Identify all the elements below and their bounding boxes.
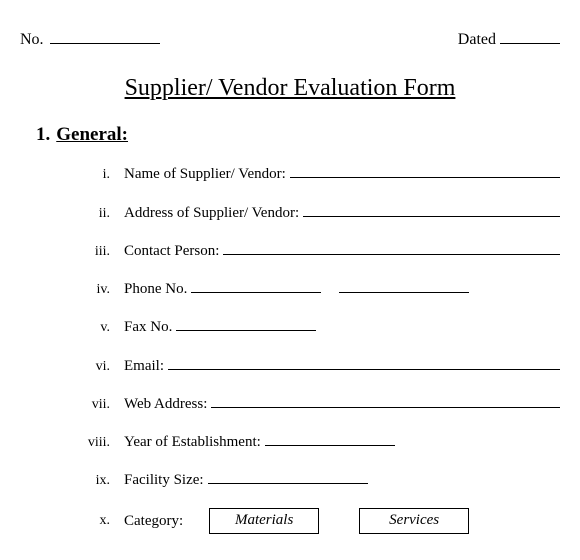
- dated-blank[interactable]: [500, 28, 560, 44]
- field-label: Phone No.: [124, 281, 187, 298]
- section-heading: 1. General:: [36, 124, 560, 146]
- category-options: Materials Services: [209, 508, 469, 534]
- roman-numeral: v.: [60, 320, 110, 336]
- roman-numeral: i.: [60, 167, 110, 183]
- field-name-supplier: i. Name of Supplier/ Vendor:: [60, 164, 560, 183]
- no-field: No.: [20, 28, 160, 49]
- roman-numeral: iii.: [60, 244, 110, 260]
- field-label: Name of Supplier/ Vendor:: [124, 166, 286, 183]
- roman-numeral: ix.: [60, 473, 110, 489]
- field-label: Web Address:: [124, 396, 207, 413]
- field-facility-size: ix. Facility Size:: [60, 470, 560, 489]
- header-row: No. Dated: [20, 28, 560, 49]
- dated-field: Dated: [458, 28, 560, 49]
- roman-numeral: vi.: [60, 359, 110, 375]
- roman-numeral: x.: [60, 513, 110, 529]
- form-title: Supplier/ Vendor Evaluation Form: [20, 75, 560, 102]
- field-label: Facility Size:: [124, 472, 204, 489]
- no-label: No.: [20, 31, 44, 49]
- field-blank[interactable]: [168, 355, 560, 369]
- field-blank[interactable]: [176, 317, 316, 331]
- field-label: Category:: [124, 513, 183, 530]
- field-phone: iv. Phone No.: [60, 279, 560, 298]
- field-year-establishment: viii. Year of Establishment:: [60, 432, 560, 451]
- field-blank[interactable]: [265, 432, 395, 446]
- field-label: Email:: [124, 358, 164, 375]
- phone-blanks: [191, 279, 469, 293]
- roman-numeral: ii.: [60, 206, 110, 222]
- field-web-address: vii. Web Address:: [60, 394, 560, 413]
- field-label: Address of Supplier/ Vendor:: [124, 205, 299, 222]
- field-blank[interactable]: [303, 202, 560, 216]
- roman-numeral: vii.: [60, 397, 110, 413]
- field-category: x. Category: Materials Services: [60, 508, 560, 534]
- field-blank[interactable]: [208, 470, 368, 484]
- no-blank[interactable]: [50, 28, 160, 44]
- field-contact-person: iii. Contact Person:: [60, 241, 560, 260]
- field-fax: v. Fax No.: [60, 317, 560, 336]
- roman-numeral: viii.: [60, 435, 110, 451]
- section-name: General:: [56, 124, 128, 145]
- field-blank[interactable]: [290, 164, 560, 178]
- phone-blank-2[interactable]: [339, 279, 469, 293]
- dated-label: Dated: [458, 31, 496, 49]
- field-address-supplier: ii. Address of Supplier/ Vendor:: [60, 202, 560, 221]
- category-materials-button[interactable]: Materials: [209, 508, 319, 534]
- field-blank[interactable]: [211, 394, 560, 408]
- field-blank[interactable]: [223, 241, 560, 255]
- section-number: 1.: [36, 124, 50, 146]
- phone-blank-1[interactable]: [191, 279, 321, 293]
- field-label: Year of Establishment:: [124, 434, 261, 451]
- category-services-button[interactable]: Services: [359, 508, 469, 534]
- roman-numeral: iv.: [60, 282, 110, 298]
- field-label: Fax No.: [124, 319, 172, 336]
- field-label: Contact Person:: [124, 243, 219, 260]
- field-email: vi. Email:: [60, 355, 560, 374]
- field-list: i. Name of Supplier/ Vendor: ii. Address…: [60, 164, 560, 534]
